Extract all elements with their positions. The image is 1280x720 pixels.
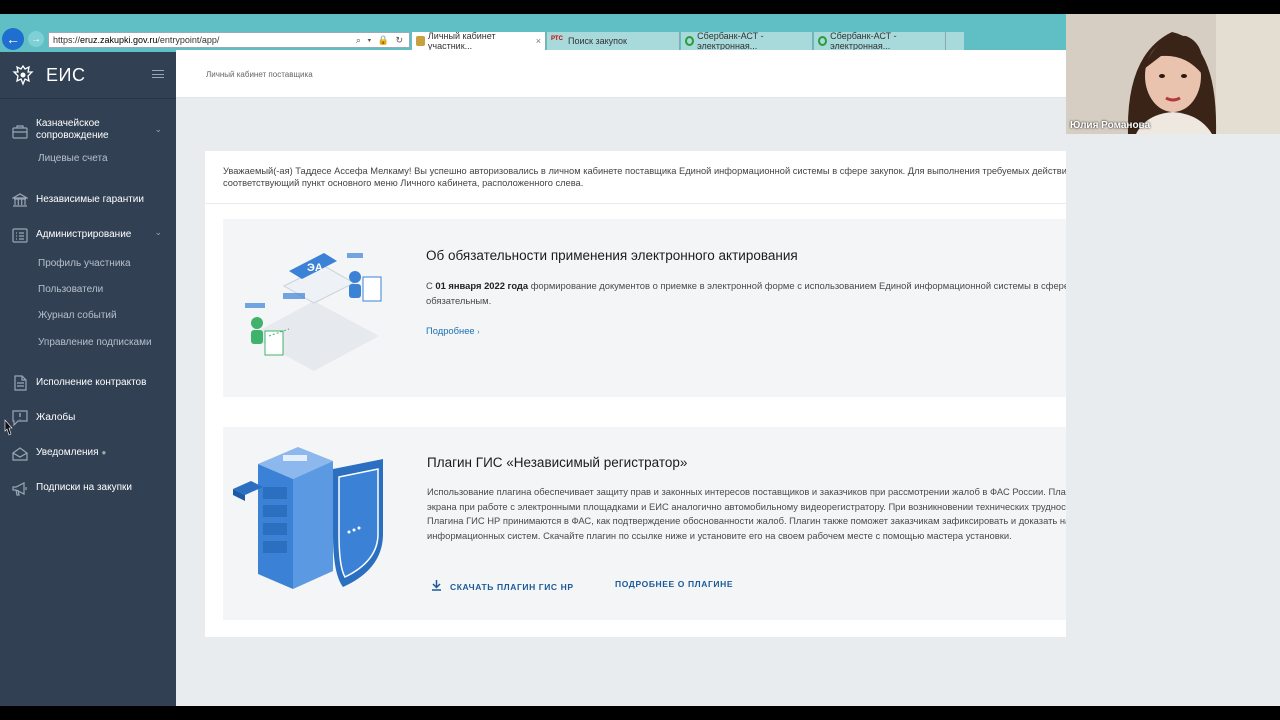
sberbank-favicon-icon	[685, 36, 695, 46]
sidebar-subitem-subscriptions[interactable]: Управление подписками	[38, 337, 152, 348]
screen-frame: ← → https://eruz.zakupki.gov.ru/entrypoi…	[0, 14, 1280, 706]
ea-label: ЭА	[307, 262, 323, 274]
chevron-right-icon: ›	[477, 329, 480, 336]
eis-favicon-icon	[416, 36, 425, 46]
close-tab-icon[interactable]: ×	[536, 36, 541, 46]
list-settings-icon	[12, 227, 28, 243]
sidebar-subitem-profile[interactable]: Профиль участника	[38, 258, 131, 269]
browser-tab-sberbank-2[interactable]: Сбербанк-АСТ - электронная...	[814, 31, 946, 51]
sberbank-favicon-icon	[818, 36, 828, 46]
sidebar-item-label: Подписки на закупки	[36, 482, 132, 493]
complaint-icon	[12, 410, 28, 426]
forward-button[interactable]: →	[28, 31, 44, 47]
date-highlight: 01 января 2022 года	[435, 280, 529, 291]
sidebar-item-guarantees[interactable]: Независимые гарантии	[0, 192, 176, 208]
webcam-overlay: Юлия Романова	[1066, 14, 1280, 134]
new-tab-button[interactable]	[946, 32, 964, 50]
unread-dot-icon: ●	[101, 448, 107, 457]
sidebar-item-complaints[interactable]: Жалобы	[0, 410, 176, 426]
sidebar-item-purchase-subscriptions[interactable]: Подписки на закупки	[0, 480, 176, 496]
tab-label: Сбербанк-АСТ - электронная...	[697, 31, 764, 51]
sidebar-item-treasury[interactable]: Казначейское сопровождение ⌄	[0, 118, 176, 146]
sidebar: ЕИС Казначейское сопровождение ⌄ Лицевые…	[0, 52, 176, 706]
sidebar-subitem-users[interactable]: Пользователи	[38, 284, 103, 295]
panel-title: Об обязательности применения электронног…	[426, 248, 798, 263]
sidebar-item-label: Администрирование	[36, 229, 132, 240]
divider	[0, 98, 176, 99]
sidebar-item-notifications[interactable]: Уведомления ●	[0, 445, 176, 461]
chevron-down-icon[interactable]: ⌄	[154, 227, 162, 238]
browser-tab-sberbank-1[interactable]: Сбербанк-АСТ - электронная...	[681, 31, 813, 51]
sidebar-subitem-journal[interactable]: Журнал событий	[38, 310, 117, 321]
arrow-right-icon: →	[31, 33, 41, 45]
browser-tab-cabinet[interactable]: Личный кабинет участник... ×	[412, 31, 546, 51]
download-plugin-button[interactable]: СКАЧАТЬ ПЛАГИН ГИС НР	[431, 579, 574, 594]
notifications-label: Уведомления	[36, 447, 99, 458]
right-background	[1066, 134, 1280, 706]
envelope-icon	[12, 446, 28, 462]
sidebar-subitem-accounts[interactable]: Лицевые счета	[38, 153, 108, 164]
more-link-label: Подробнее	[426, 325, 475, 336]
sidebar-item-label: Жалобы	[36, 412, 76, 423]
url-host: eruz.zakupki.gov.ru	[80, 35, 158, 45]
sidebar-item-admin[interactable]: Администрирование ⌄	[0, 227, 176, 243]
arrow-left-icon: ←	[6, 31, 20, 47]
briefcase-icon	[12, 124, 28, 140]
sidebar-item-label: Казначейское сопровождение	[36, 118, 109, 141]
eagle-emblem-icon	[10, 62, 36, 88]
menu-toggle-icon[interactable]	[152, 70, 164, 78]
tab-label: Личный кабинет участник...	[427, 31, 496, 51]
document-icon	[12, 375, 28, 391]
bank-icon	[12, 192, 28, 208]
back-button[interactable]: ←	[2, 28, 24, 50]
download-plugin-label: СКАЧАТЬ ПЛАГИН ГИС НР	[450, 581, 574, 592]
address-bar[interactable]: https://eruz.zakupki.gov.ru/entrypoint/a…	[48, 32, 410, 48]
breadcrumb[interactable]: Личный кабинет поставщика	[206, 70, 313, 79]
participant-name: Юлия Романова	[1070, 120, 1151, 131]
more-link[interactable]: Подробнее ›	[426, 325, 480, 336]
download-icon	[431, 579, 442, 594]
chevron-down-icon[interactable]: ⌄	[154, 124, 162, 135]
sidebar-item-contracts[interactable]: Исполнение контрактов	[0, 375, 176, 391]
panel-title: Плагин ГИС «Независимый регистратор»	[427, 455, 688, 470]
address-actions-icons[interactable]: ⌕ ▾ 🔒 ↻	[356, 35, 405, 46]
mouse-cursor-icon	[2, 419, 14, 440]
url-prefix: https://	[53, 35, 81, 45]
webcam-person-image	[1066, 14, 1280, 134]
browser-toolbar: ← → https://eruz.zakupki.gov.ru/entrypoi…	[0, 14, 1066, 52]
plugin-details-button[interactable]: ПОДРОБНЕЕ О ПЛАГИНЕ	[615, 579, 733, 589]
browser-tab-search[interactable]: РТС Поиск закупок	[547, 32, 680, 50]
tab-label: Поиск закупок	[568, 36, 627, 46]
text-before: С	[426, 280, 436, 291]
sidebar-item-label: Независимые гарантии	[36, 194, 144, 205]
tab-label: Сбербанк-АСТ - электронная...	[830, 31, 897, 51]
e-acts-illustration: ЭА	[229, 241, 399, 371]
sidebar-item-label: Уведомления ●	[36, 447, 156, 459]
rts-favicon-icon: РТС	[551, 36, 563, 42]
page-header: Личный кабинет поставщика	[176, 50, 1066, 98]
sidebar-item-label: Исполнение контрактов	[36, 377, 147, 388]
megaphone-icon	[12, 481, 28, 497]
plugin-illustration	[233, 439, 393, 589]
logo-text: ЕИС	[46, 64, 86, 85]
welcome-message: Уважаемый(-ая) Таддесе Ассефа Мелкаму! В…	[223, 166, 1117, 188]
url-path: /entrypoint/app/	[157, 35, 220, 45]
logo[interactable]: ЕИС	[10, 62, 85, 88]
plugin-details-label: ПОДРОБНЕЕ О ПЛАГИНЕ	[615, 579, 734, 589]
